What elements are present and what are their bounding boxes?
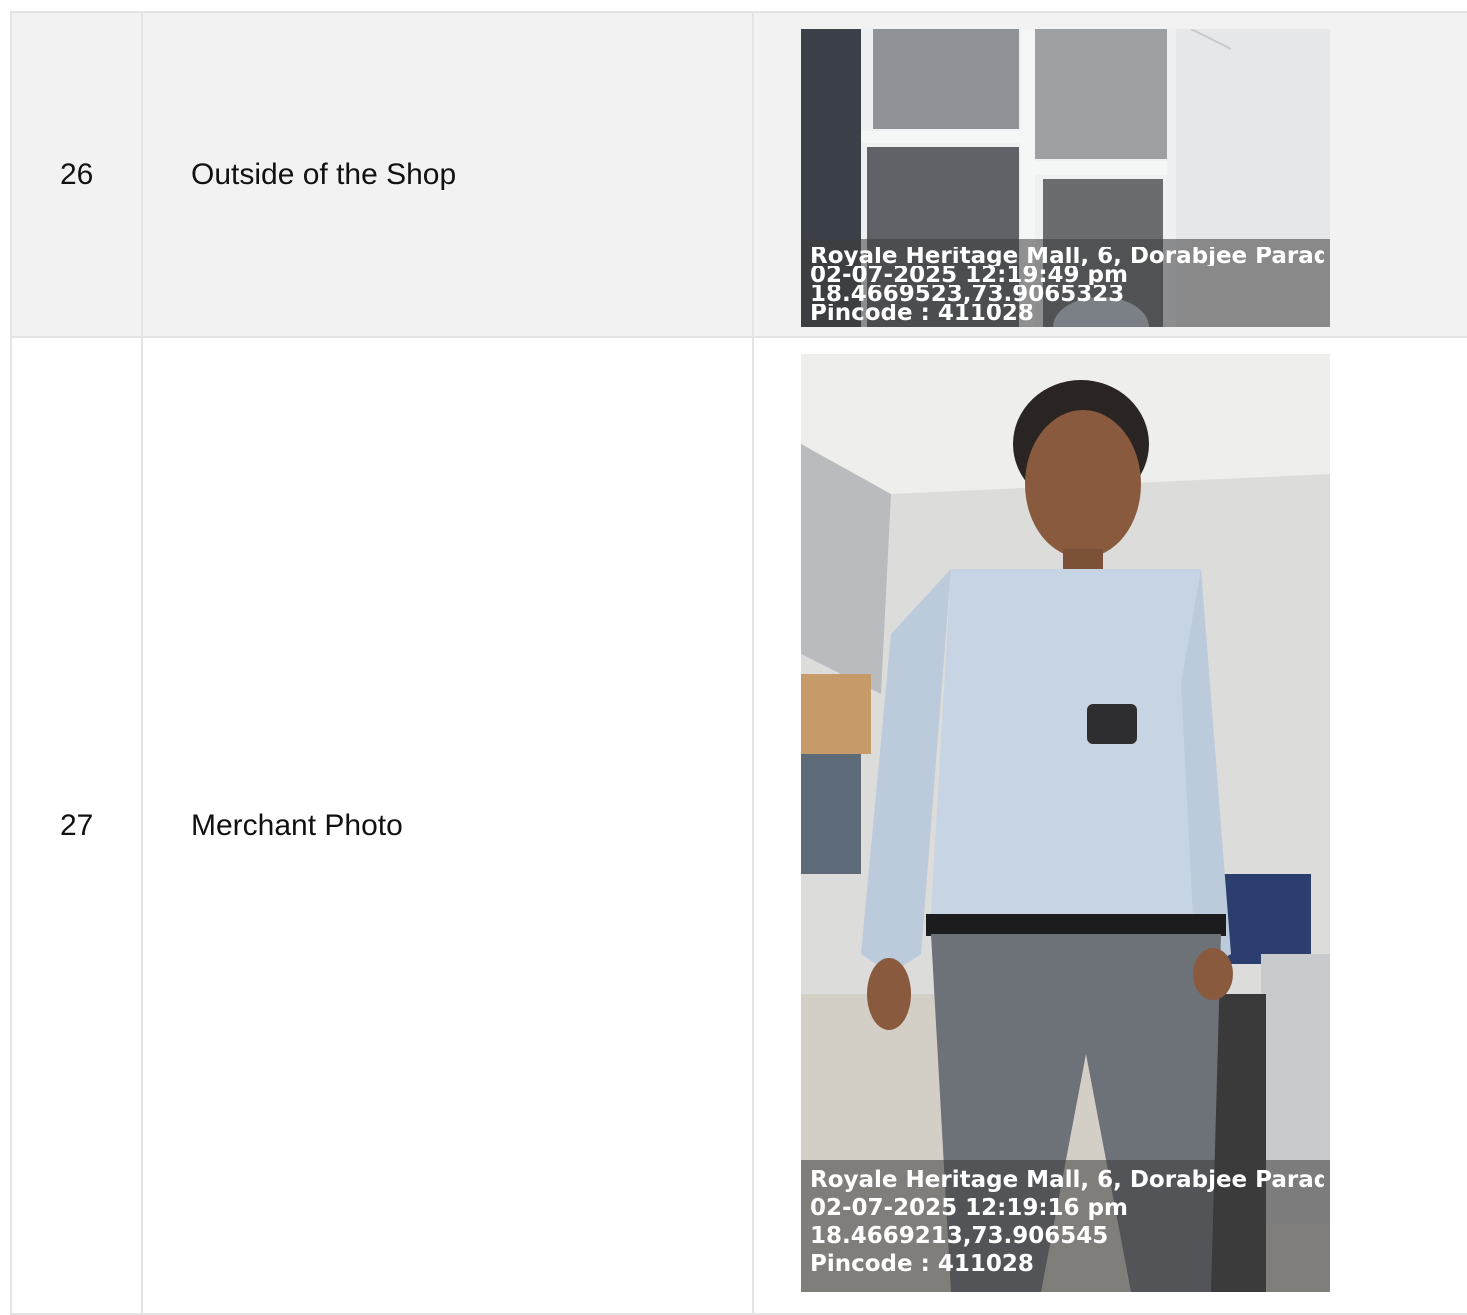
row-number-cell: 26 — [10, 11, 143, 338]
photo-evidence-table: 26 Outside of the Shop Royale Heritage M… — [10, 11, 1467, 1315]
photo-coordinates: 18.4669523,73.9065323 — [810, 285, 1125, 304]
shop-exterior-photo: Royale Heritage Mall, 6, Dorabjee Paradi… — [801, 29, 1330, 327]
merchant-photo: Royale Heritage Mall, 6, Dorabjee Paradi… — [801, 354, 1330, 1292]
photo-datetime: 02-07-2025 12:19:16 pm — [810, 1195, 1128, 1221]
row-number: 26 — [60, 157, 94, 191]
row-number: 27 — [60, 808, 94, 842]
photo-pincode: Pincode : 411028 — [810, 1251, 1034, 1277]
photo-address: Royale Heritage Mall, 6, Dorabjee Paradi… — [810, 247, 1324, 266]
row-photo-cell: Royale Heritage Mall, 6, Dorabjee Paradi… — [752, 11, 1467, 338]
photo-geotag-overlay: Royale Heritage Mall, 6, Dorabjee Paradi… — [801, 239, 1330, 327]
merchant-person-image — [801, 354, 1330, 1292]
row-number-cell: 27 — [10, 336, 143, 1315]
photo-address: Royale Heritage Mall, 6, Dorabjee Paradi… — [810, 1167, 1324, 1193]
table-row: 27 Merchant Photo Royale Heritage Mall, … — [10, 336, 1467, 1315]
photo-geotag-overlay: Royale Heritage Mall, 6, Dorabjee Paradi… — [801, 1160, 1330, 1292]
photo-coordinates: 18.4669213,73.906545 — [810, 1223, 1109, 1249]
row-label: Outside of the Shop — [191, 157, 457, 191]
photo-datetime: 02-07-2025 12:19:49 pm — [810, 266, 1128, 285]
row-label-cell: Outside of the Shop — [141, 11, 754, 338]
row-label-cell: Merchant Photo — [141, 336, 754, 1315]
photo-pincode: Pincode : 411028 — [810, 304, 1034, 323]
row-label: Merchant Photo — [191, 808, 403, 842]
table-row: 26 Outside of the Shop Royale Heritage M… — [10, 11, 1467, 338]
row-photo-cell: Royale Heritage Mall, 6, Dorabjee Paradi… — [752, 336, 1467, 1315]
